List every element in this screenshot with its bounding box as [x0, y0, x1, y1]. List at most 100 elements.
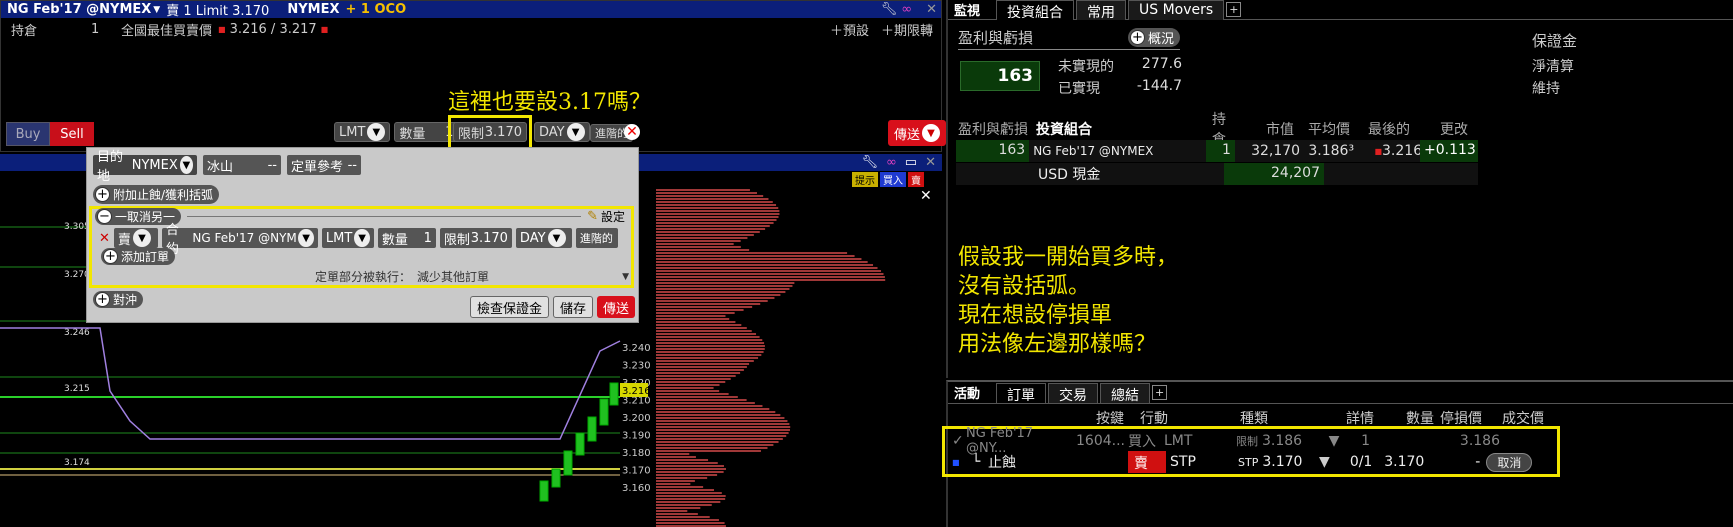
volume-profile-bar [656, 243, 734, 245]
send-order-button[interactable]: 傳送 ▼ [888, 120, 947, 146]
annotation-right-note: 假設我一開始買多時， 沒有設括弧。 現在想設停損單 用法像左邊那樣嗎？ [958, 245, 1179, 357]
position-value: 1 [91, 21, 100, 37]
volume-profile-bar [656, 390, 720, 392]
axis-tick-label: 3.160 [622, 483, 651, 494]
contract-select[interactable]: 合約NG Feb'17 @NYMEX▼ [161, 223, 318, 257]
row-advanced-button[interactable]: 進階的 [575, 228, 618, 248]
portfolio-header: 盈利與虧損 投資組合 持倉 市值 平均價 最後的 更改 [958, 112, 1468, 148]
dialog-send-button[interactable]: 傳送 [597, 296, 636, 318]
annotation-top-question: 這裡也要設3.17嗎？ [448, 90, 651, 115]
row-tif-select[interactable]: DAY ▼ [515, 228, 572, 248]
check-margin-button[interactable]: 檢查保證金 [470, 296, 550, 318]
candle [539, 480, 549, 502]
period-roll-button[interactable]: ＋期限轉 [881, 20, 933, 39]
volume-profile-bar [656, 495, 726, 497]
oco-settings-link[interactable]: 設定 [601, 208, 625, 225]
volume-profile-bar [656, 267, 878, 269]
order-ref-field[interactable]: 定單參考 -- [287, 155, 361, 175]
volume-profile-bar [656, 468, 726, 470]
volume-profile-bar [656, 414, 781, 416]
price-label: 3.174 [64, 458, 90, 468]
add-tab-icon[interactable]: + [1226, 2, 1242, 17]
volume-profile-bar [656, 276, 885, 278]
hint-button[interactable]: 提示 [852, 172, 878, 187]
preset-button[interactable]: ＋預設 [830, 20, 869, 39]
add-tab-icon[interactable]: + [1152, 385, 1168, 400]
volume-profile-bar [656, 516, 710, 518]
chart-buy-button[interactable]: 買入 [880, 172, 906, 187]
iceberg-field[interactable]: 冰山 -- [203, 155, 281, 175]
volume-profile-bar [656, 393, 729, 395]
realized-value: -144.7 [1136, 78, 1182, 94]
contract-dropdown-icon[interactable]: ▼ [153, 5, 160, 15]
tab-favorites[interactable]: 常用 [1076, 0, 1127, 21]
close-icon[interactable]: ✕ [925, 155, 936, 170]
maximize-icon[interactable]: ▭ [905, 155, 917, 170]
pnl-title: 盈利與虧損 [958, 29, 1034, 47]
volume-profile-bar [656, 297, 775, 299]
volume-profile-bar [656, 399, 747, 401]
volume-profile-bar [656, 462, 718, 464]
tif-select[interactable]: DAY ▼ [534, 122, 590, 142]
close-dialog-icon[interactable]: ✕ [624, 124, 640, 140]
limit-price-field[interactable]: 限制 3.170 [453, 122, 527, 142]
close-icon[interactable]: ✕ [926, 2, 937, 17]
tab-us-movers[interactable]: US Movers [1128, 0, 1225, 20]
wrench-icon[interactable]: 🔧︎ [881, 2, 898, 17]
tab-summary[interactable]: 總結 [1100, 382, 1151, 404]
volume-profile-bar [656, 450, 761, 452]
margin-title: 保證金 [1532, 32, 1578, 50]
volume-profile-bar [656, 459, 709, 461]
contract-selector[interactable]: NG Feb'17 @NYMEX [7, 2, 151, 17]
volume-profile-bar [656, 216, 779, 218]
volume-profile-bar [656, 318, 730, 320]
overview-button[interactable]: + 概況 [1127, 28, 1180, 47]
chevron-down-icon: ▼ [179, 156, 193, 174]
action-select[interactable]: 賣 ▼ [113, 228, 158, 248]
sell-button[interactable]: Sell [50, 122, 94, 146]
buy-button[interactable]: Buy [6, 122, 50, 146]
tab-portfolio[interactable]: 投資組合 [996, 0, 1075, 21]
attach-bracket-button[interactable]: + 附加止蝕/獲利括弧 [93, 185, 220, 204]
remove-order-icon[interactable]: ✕ [99, 231, 110, 246]
volume-profile-bar [656, 381, 726, 383]
chart-sell-button[interactable]: 賣 [908, 172, 924, 187]
tab-orders[interactable]: 訂單 [996, 382, 1047, 404]
axis-tick-label: 3.180 [622, 448, 651, 459]
link-icon[interactable]: ∞ [901, 2, 912, 17]
save-button[interactable]: 儲存 [553, 296, 594, 318]
chevron-down-icon[interactable]: ▼ [1312, 454, 1336, 470]
settings-icon[interactable]: ✎ [587, 209, 598, 224]
hedge-button[interactable]: + 對沖 [93, 291, 144, 308]
volume-profile-bar [656, 237, 748, 239]
table-row[interactable]: USD 現金 24,207 [956, 163, 1478, 185]
volume-profile-bar [656, 222, 774, 224]
order-type-select[interactable]: LMT ▼ [334, 122, 391, 142]
tab-trades[interactable]: 交易 [1048, 382, 1099, 404]
monitor-panel: 監視 投資組合 常用 US Movers + 盈利與虧損 + 概況 163 未實現… [946, 0, 1733, 378]
table-row[interactable]: 163 NG Feb'17 @NYMEX 1 32,170 3.186³ ■ 3… [956, 140, 1479, 162]
chevron-down-icon[interactable]: ▼ [1314, 433, 1354, 449]
partial-fill-select[interactable]: 定單部分被執行： 減少其他訂單 ▼ [315, 268, 629, 285]
link-icon[interactable]: ∞ [886, 155, 897, 170]
chart-close-icon[interactable]: ✕ [920, 188, 932, 204]
row-limit-field[interactable]: 限制 3.170 [439, 228, 512, 248]
wrench-icon[interactable]: 🔧︎ [861, 155, 878, 170]
row-quantity-field[interactable]: 數量 1 [377, 228, 436, 248]
indicator-line [0, 327, 621, 440]
destination-select[interactable]: 目的地 NYMEX ▼ [93, 150, 197, 184]
order-row-stop[interactable]: ■ └ 止蝕 賣 STP STP 3.170 ▼ 0/1 3.170 - 取消 [952, 451, 1556, 473]
net-liquidation-label: 淨清算 [1532, 59, 1574, 75]
order-panel-titlebar: NG Feb'17 @NYMEX ▼ 賣 1 Limit 3.170 NYMEX… [1, 1, 941, 19]
axis-tick-label: 3.210 [622, 396, 651, 407]
order-row-parent[interactable]: ✓ NG Feb'17 @NY... 1604... 買入 LMT 限制 3.1… [952, 426, 1556, 456]
row-order-type-select[interactable]: LMT ▼ [321, 228, 374, 248]
volume-profile-bar [656, 321, 736, 323]
add-order-button[interactable]: + 添加訂單 [101, 248, 176, 265]
volume-profile-bar [656, 438, 783, 440]
bid-marker-icon: ■ [218, 24, 226, 34]
cancel-order-button[interactable]: 取消 [1486, 452, 1533, 472]
volume-profile-bar [656, 453, 690, 455]
volume-profile-bar [656, 456, 696, 458]
volume-profile-bar [656, 207, 779, 209]
